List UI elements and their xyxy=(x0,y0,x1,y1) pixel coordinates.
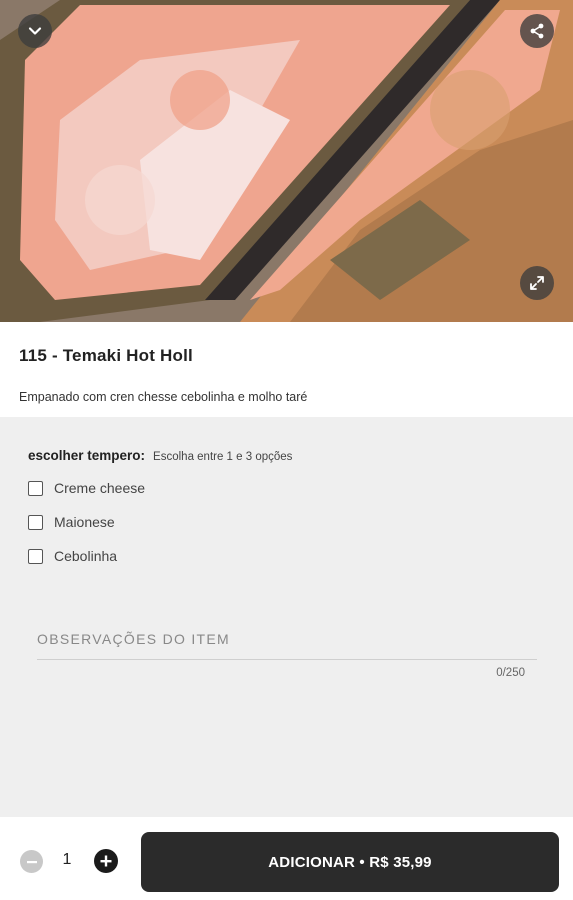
option-group-title: escolher tempero: xyxy=(28,448,146,463)
share-button[interactable] xyxy=(520,14,554,48)
product-image xyxy=(0,0,573,322)
option-group-hint: Escolha entre 1 e 3 opções xyxy=(153,451,293,463)
options-section: escolher tempero: Escolha entre 1 e 3 op… xyxy=(0,417,573,817)
notes-input[interactable] xyxy=(37,631,537,647)
chevron-down-icon xyxy=(28,27,42,35)
quantity-value: 1 xyxy=(62,851,72,868)
checkbox[interactable] xyxy=(28,480,43,496)
footer-bar: 1 ADICIONAR • R$ 35,99 xyxy=(0,817,573,900)
option-maionese[interactable]: Maionese xyxy=(28,514,115,530)
share-icon xyxy=(530,23,544,39)
checkbox[interactable] xyxy=(28,514,43,530)
notes-field[interactable] xyxy=(37,631,537,660)
expand-image-button[interactable] xyxy=(520,266,554,300)
option-group-header: escolher tempero: Escolha entre 1 e 3 op… xyxy=(28,448,292,463)
quantity-decrease-button[interactable] xyxy=(20,850,43,873)
product-description: Empanado com cren chesse cebolinha e mol… xyxy=(19,390,308,404)
option-creme-cheese[interactable]: Creme cheese xyxy=(28,480,145,496)
add-to-cart-button[interactable]: ADICIONAR • R$ 35,99 xyxy=(141,832,559,892)
option-label: Creme cheese xyxy=(54,480,146,496)
minus-icon xyxy=(26,860,37,863)
plus-icon xyxy=(100,855,112,867)
quantity-increase-button[interactable] xyxy=(94,849,118,873)
checkbox[interactable] xyxy=(28,548,43,564)
product-title: 115 - Temaki Hot Holl xyxy=(19,346,193,365)
expand-icon xyxy=(530,276,544,290)
option-cebolinha[interactable]: Cebolinha xyxy=(28,548,117,564)
option-label: Maionese xyxy=(54,514,115,530)
back-button[interactable] xyxy=(18,14,52,48)
notes-char-counter: 0/250 xyxy=(496,667,525,679)
option-label: Cebolinha xyxy=(54,548,118,564)
product-photo xyxy=(0,0,573,322)
product-info: 115 - Temaki Hot Holl Empanado com cren … xyxy=(0,322,573,417)
